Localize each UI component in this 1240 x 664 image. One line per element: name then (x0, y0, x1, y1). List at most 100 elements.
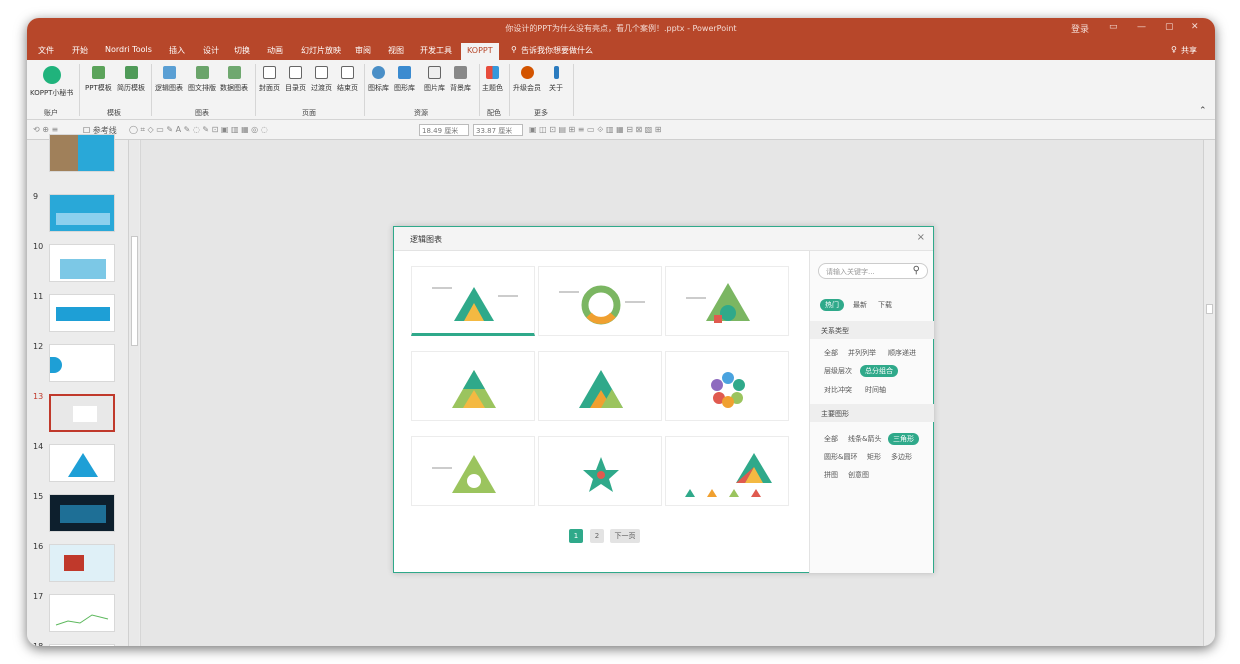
tab-animations[interactable]: 动画 (267, 45, 283, 56)
slide-number: 16 (33, 542, 44, 551)
shape-tag[interactable]: 多边形 (891, 452, 912, 462)
icon-library-button[interactable]: 图标库 (368, 66, 389, 93)
tab-review[interactable]: 审阅 (355, 45, 371, 56)
slide-thumbnail[interactable] (49, 194, 115, 232)
toolbar-icon[interactable]: ⟲ ⊕ ≡ (33, 125, 58, 134)
template-card[interactable] (411, 266, 535, 336)
format-tools-icon[interactable]: ◯ ⌗ ◇ ▭ ✎ A ✎ ◌ ✎ ⊡ ▣ ▥ ▦ ◎ ◌ (129, 125, 268, 135)
slide-thumbnail-selected[interactable] (49, 394, 115, 432)
relation-tag[interactable]: 对比冲突 (824, 385, 852, 395)
slide-thumbnail[interactable] (49, 594, 115, 632)
about-button[interactable]: 关于 (549, 66, 563, 93)
transition-page-icon (315, 66, 328, 79)
tab-slideshow[interactable]: 幻灯片放映 (301, 45, 341, 56)
resume-template-button[interactable]: 简历模板 (117, 66, 145, 93)
end-page-button[interactable]: 结束页 (337, 66, 358, 93)
background-library-button[interactable]: 背景库 (450, 66, 471, 93)
slide-thumbnail[interactable] (49, 294, 115, 332)
tab-transitions[interactable]: 切换 (234, 45, 250, 56)
tab-koppt[interactable]: KOPPT (461, 43, 499, 60)
koppt-assistant-button[interactable]: KOPPT小秘书 (30, 66, 73, 98)
shape-tag[interactable]: 创意图 (848, 470, 869, 480)
template-card[interactable] (411, 351, 535, 421)
toc-page-button[interactable]: 目录页 (285, 66, 306, 93)
sort-downloads[interactable]: 下载 (878, 300, 892, 310)
slide-thumbnail[interactable] (49, 244, 115, 282)
relation-tag[interactable]: 并列列举 (848, 348, 876, 358)
template-card[interactable] (665, 351, 789, 421)
share-button[interactable]: 共享 (1181, 45, 1197, 56)
minimize-icon[interactable]: — (1137, 22, 1146, 32)
end-page-icon (341, 66, 354, 79)
layout-button[interactable]: 图文排版 (188, 66, 216, 93)
slide-thumbnail[interactable] (49, 344, 115, 382)
relation-tag[interactable]: 顺序递进 (888, 348, 916, 358)
page-2-button[interactable]: 2 (590, 529, 604, 543)
slide-thumbnail[interactable] (49, 494, 115, 532)
tab-insert[interactable]: 插入 (169, 45, 185, 56)
ribbon-display-icon[interactable]: ▭ (1109, 22, 1118, 32)
shape-library-button[interactable]: 图形库 (394, 66, 415, 93)
next-page-button[interactable]: 下一页 (610, 529, 640, 543)
shape-tag[interactable]: 全部 (824, 434, 838, 444)
template-card[interactable] (665, 266, 789, 336)
window-title: 你设计的PPT为什么没有亮点，看几个案例！.pptx - PowerPoint (505, 24, 737, 33)
tab-developer[interactable]: 开发工具 (420, 45, 452, 56)
bar-chart-icon (227, 66, 241, 79)
template-card[interactable] (665, 436, 789, 506)
sort-hot[interactable]: 热门 (820, 299, 844, 311)
relation-tag-selected[interactable]: 总分组合 (860, 365, 898, 377)
koppt-logo-icon (42, 66, 61, 84)
slide-number: 18 (33, 642, 43, 646)
relation-tag[interactable]: 层级层次 (824, 366, 852, 376)
arrange-tools-icon[interactable]: ▣ ◫ ⊡ ▤ ⊞ ≡ ▭ ⟐ ▥ ▦ ⊟ ⊠ ▧ ⊞ (529, 125, 662, 135)
vip-icon (520, 66, 534, 79)
restore-icon[interactable]: ▢ (1165, 22, 1174, 32)
template-card[interactable] (538, 436, 662, 506)
shape-tag[interactable]: 线条&箭头 (848, 434, 881, 444)
relation-tag[interactable]: 时间轴 (865, 385, 886, 395)
template-card[interactable] (538, 351, 662, 421)
shape-tag[interactable]: 拼图 (824, 470, 838, 480)
logic-chart-button[interactable]: 逻辑图表 (155, 66, 183, 93)
slide-thumbnail[interactable] (49, 444, 115, 482)
data-chart-button[interactable]: 数据图表 (220, 66, 248, 93)
quick-toolbar: ⟲ ⊕ ≡ ☐ 参考线 ◯ ⌗ ◇ ▭ ✎ A ✎ ◌ ✎ ⊡ ▣ ▥ ▦ ◎ … (27, 120, 1215, 140)
thumbnail-scrollbar[interactable] (128, 140, 139, 646)
slide-thumbnail[interactable] (49, 134, 115, 172)
sort-newest[interactable]: 最新 (853, 300, 867, 310)
login-link[interactable]: 登录 (1071, 22, 1089, 35)
canvas-scrollbar[interactable] (1203, 140, 1215, 646)
background-icon (454, 66, 467, 79)
upgrade-vip-button[interactable]: 升级会员 (513, 66, 541, 93)
tab-file[interactable]: 文件 (38, 45, 54, 56)
page-1-button[interactable]: 1 (569, 529, 583, 543)
tab-view[interactable]: 视图 (388, 45, 404, 56)
transition-page-button[interactable]: 过渡页 (311, 66, 332, 93)
tab-nordri-tools[interactable]: Nordri Tools (105, 45, 152, 54)
slide-thumbnail[interactable] (49, 544, 115, 582)
dialog-close-icon[interactable]: × (917, 232, 925, 243)
shape-tag-selected[interactable]: 三角形 (888, 433, 919, 445)
template-card[interactable] (411, 436, 535, 506)
collapse-ribbon-icon[interactable]: ⌃ (1199, 106, 1207, 116)
template-card[interactable] (538, 266, 662, 336)
relation-tag[interactable]: 全部 (824, 348, 838, 358)
ppt-template-button[interactable]: PPT模板 (85, 66, 112, 93)
group-resource: 资源 (414, 109, 428, 117)
shape-tag[interactable]: 矩形 (867, 452, 881, 462)
image-library-button[interactable]: 图片库 (424, 66, 445, 93)
width-field[interactable]: 18.49 厘米 (419, 124, 469, 136)
slide-thumbnail[interactable] (49, 644, 115, 646)
powerpoint-window: 你设计的PPT为什么没有亮点，看几个案例！.pptx - PowerPoint … (27, 18, 1215, 646)
cover-page-button[interactable]: 封面页 (259, 66, 280, 93)
shape-tag[interactable]: 圆形&圆环 (824, 452, 857, 462)
dialog-title: 逻辑图表 (410, 235, 442, 244)
tab-home[interactable]: 开始 (72, 45, 88, 56)
close-icon[interactable]: ✕ (1191, 22, 1199, 32)
search-input[interactable]: 请输入关键字... ⚲ (818, 263, 928, 279)
theme-color-button[interactable]: 主题色 (482, 66, 503, 93)
height-field[interactable]: 33.87 厘米 (473, 124, 523, 136)
tab-design[interactable]: 设计 (203, 45, 219, 56)
tell-me-search[interactable]: 告诉我你想要做什么 (521, 45, 593, 56)
